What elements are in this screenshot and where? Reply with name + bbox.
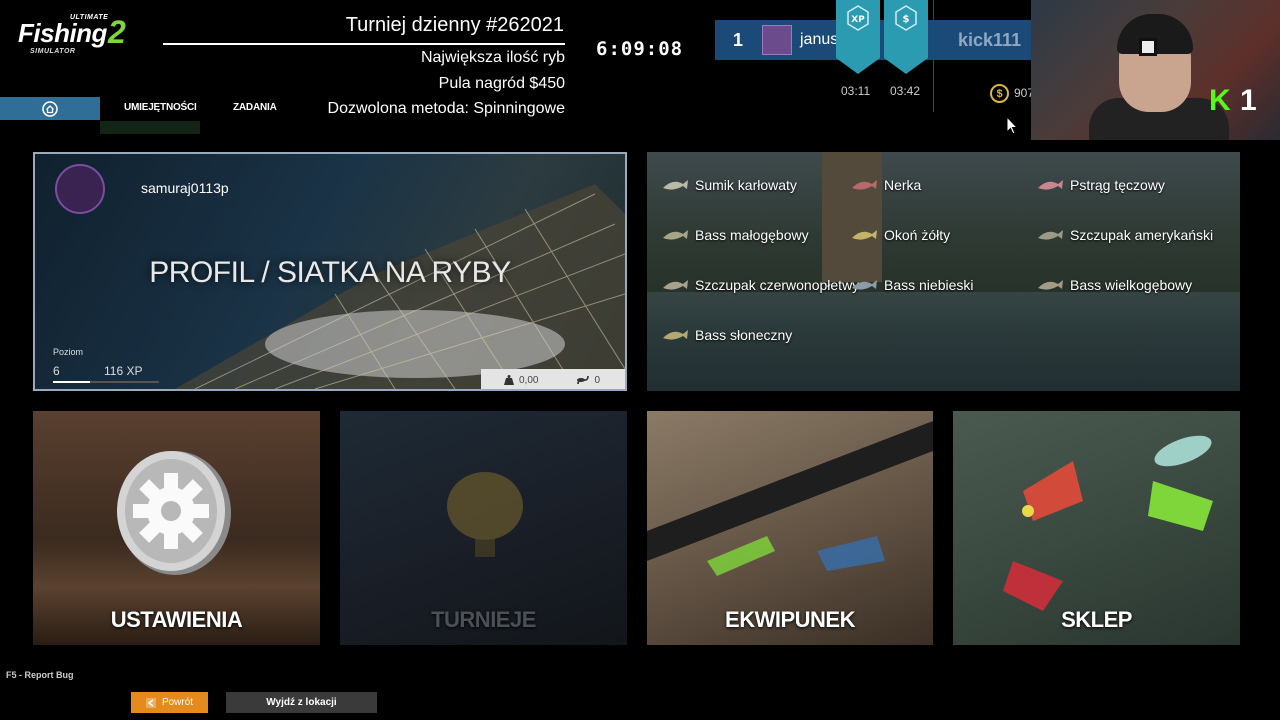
fish-icon [663,330,688,340]
logo-two: 2 [108,14,126,50]
tournament-title: Turniej dzienny #262021 [345,14,564,36]
tournament-timer: 6:09:08 [596,38,684,60]
trophy-icon [447,472,523,557]
game-logo: ULTIMATE Fishing 2 SIMULATOR [16,12,136,56]
fish-item[interactable]: Bass niebieski [850,277,974,293]
settings-tile[interactable]: USTAWIENIA [33,411,320,645]
xp-progress-bar [53,381,159,383]
nav-skills[interactable]: UMIEJĘTNOŚCI [124,102,197,113]
dollar-token-timer: 03:42 [890,84,921,98]
leaderboard-next-player: kick111 [958,30,1022,50]
xp-token-timer: 03:11 [841,84,871,98]
weight-icon [504,375,514,385]
home-icon [42,100,58,117]
castle-tower-graphic [822,152,882,282]
catch-stats: 0,00 0 [481,369,625,389]
nav-home-button[interactable] [0,97,100,120]
tournaments-tile[interactable]: TURNIEJE [340,411,627,645]
tournaments-label: TURNIEJE [431,607,536,632]
report-bug-hint: F5 - Report Bug [6,670,74,680]
fish-icon [852,180,877,190]
fish-item[interactable]: Bass słoneczny [661,327,792,343]
equipment-label: EKWIPUNEK [725,607,855,632]
fish-item[interactable]: Sumik karłowaty [661,177,797,193]
mouse-cursor-icon [1006,116,1018,135]
catch-weight: 0,00 [519,374,539,386]
back-button[interactable]: Powrót [131,692,208,713]
nav-skills-indicator [100,121,200,134]
leaderboard-rank: 1 [733,30,744,50]
fish-icon [852,230,877,240]
fish-item[interactable]: Okoń żółty [850,227,950,243]
qr-code-icon [1139,38,1157,56]
shop-label: SKLEP [1061,607,1132,632]
profile-tile[interactable]: samuraj0113p PROFIL / SIATKA NA RYBY Poz… [33,152,627,391]
fish-item[interactable]: Szczupak amerykański [1036,227,1213,243]
nav-quests[interactable]: ZADANIA [233,102,277,113]
logo-simulator: SIMULATOR [30,48,76,55]
fish-icon [1038,180,1063,190]
fish-item[interactable]: Szczupak czerwonopłetwy [661,277,859,293]
svg-text:$: $ [903,14,910,25]
exit-location-button[interactable]: Wyjdź z lokacji [226,692,377,713]
level-label: Poziom [53,347,84,357]
back-button-label: Powrót [161,697,194,708]
kick-logo-icon: K [1209,84,1231,117]
profile-username: samuraj0113p [141,180,229,196]
profile-tile-title: PROFIL / SIATKA NA RYBY [149,256,511,289]
tournament-divider [163,43,565,45]
tournament-method: Dozwolona metoda: Spinningowe [327,100,565,117]
gear-icon [117,451,231,575]
settings-label: USTAWIENIA [110,607,243,632]
divider [933,0,934,112]
fish-icon [852,280,877,290]
fish-item[interactable]: Nerka [850,177,921,193]
tournament-prize: Pula nagród $450 [438,75,565,92]
xp-value: 116 XP [104,364,143,378]
fish-icon [663,180,688,190]
svg-text:XP: XP [851,15,865,25]
fish-icon [663,230,688,240]
xp-progress-fill [53,381,91,383]
shop-tile[interactable]: SKLEP [953,411,1240,645]
catch-count: 0 [594,374,601,386]
profile-avatar [55,164,105,214]
kick-viewer-count: 1 [1240,84,1257,117]
fish-item[interactable]: Bass małogębowy [661,227,809,243]
logo-fishing: Fishing [18,18,107,48]
tournament-goal: Największa ilość ryb [420,49,565,66]
coin-icon: $ [990,84,1009,103]
back-arrow-icon [145,697,156,708]
xp-token-icon[interactable]: XP [836,0,880,74]
leaderboard-avatar [762,25,792,55]
fish-item[interactable]: Bass wielkogębowy [1036,277,1192,293]
dollar-token-icon[interactable]: $ [884,0,928,74]
location-fish-tile[interactable]: Sumik karłowaty Nerka Pstrąg tęczowy Bas… [647,152,1240,391]
webcam-overlay: K 1 [1031,0,1280,140]
equipment-tile[interactable]: EKWIPUNEK [647,411,933,645]
level-value: 6 [53,364,60,378]
fish-icon [663,280,688,290]
fish-item[interactable]: Pstrąg tęczowy [1036,177,1165,193]
fish-icon [1038,230,1063,240]
fish-icon [1038,280,1063,290]
fish-hook-icon [577,375,590,385]
